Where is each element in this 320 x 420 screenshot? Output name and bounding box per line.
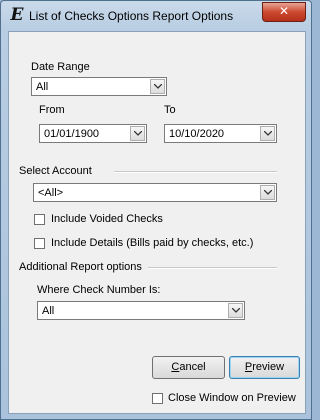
report-options-dialog: E List of Checks Options Report Options …: [0, 0, 312, 420]
cancel-button[interactable]: Cancel: [152, 356, 225, 379]
account-select[interactable]: <All>: [33, 183, 277, 202]
additional-options-label: Additional Report options: [19, 261, 142, 273]
chevron-down-icon[interactable]: [130, 126, 145, 141]
include-voided-label[interactable]: Include Voided Checks: [51, 213, 163, 225]
group-divider: [114, 171, 277, 173]
include-details-checkbox[interactable]: [34, 238, 45, 249]
chevron-down-icon[interactable]: [260, 185, 275, 200]
title-bar[interactable]: E List of Checks Options Report Options …: [1, 1, 311, 31]
close-button[interactable]: ✕: [262, 2, 306, 22]
check-number-select[interactable]: All: [37, 301, 245, 320]
chevron-down-icon[interactable]: [260, 126, 275, 141]
to-label: To: [164, 104, 176, 116]
close-on-preview-label[interactable]: Close Window on Preview: [168, 392, 296, 404]
include-voided-checkbox[interactable]: [34, 214, 45, 225]
app-logo-icon: E: [10, 5, 24, 25]
window-title: List of Checks Options Report Options: [29, 9, 234, 23]
group-divider: [148, 267, 277, 269]
date-range-label: Date Range: [31, 61, 90, 73]
preview-label: review: [252, 361, 285, 373]
chevron-down-icon[interactable]: [150, 79, 165, 94]
from-date-picker[interactable]: 01/01/1900: [39, 124, 147, 143]
from-label: From: [39, 104, 65, 116]
preview-button[interactable]: Preview: [229, 356, 300, 379]
to-date-value: 10/10/2020: [169, 128, 225, 140]
check-number-value: All: [42, 305, 55, 317]
date-range-select[interactable]: All: [31, 77, 167, 96]
cancel-label: ancel: [179, 361, 206, 373]
include-details-label[interactable]: Include Details (Bills paid by checks, e…: [51, 237, 253, 249]
date-range-value: All: [36, 81, 49, 93]
to-date-picker[interactable]: 10/10/2020: [164, 124, 277, 143]
chevron-down-icon[interactable]: [228, 303, 243, 318]
dialog-client-area: Date Range All From To 01/01/1900 10/10/…: [8, 31, 306, 414]
from-date-value: 01/01/1900: [44, 128, 100, 140]
account-value: <All>: [38, 187, 64, 199]
close-on-preview-checkbox[interactable]: [152, 393, 163, 404]
select-account-label: Select Account: [19, 165, 92, 177]
check-number-label: Where Check Number Is:: [37, 284, 161, 296]
